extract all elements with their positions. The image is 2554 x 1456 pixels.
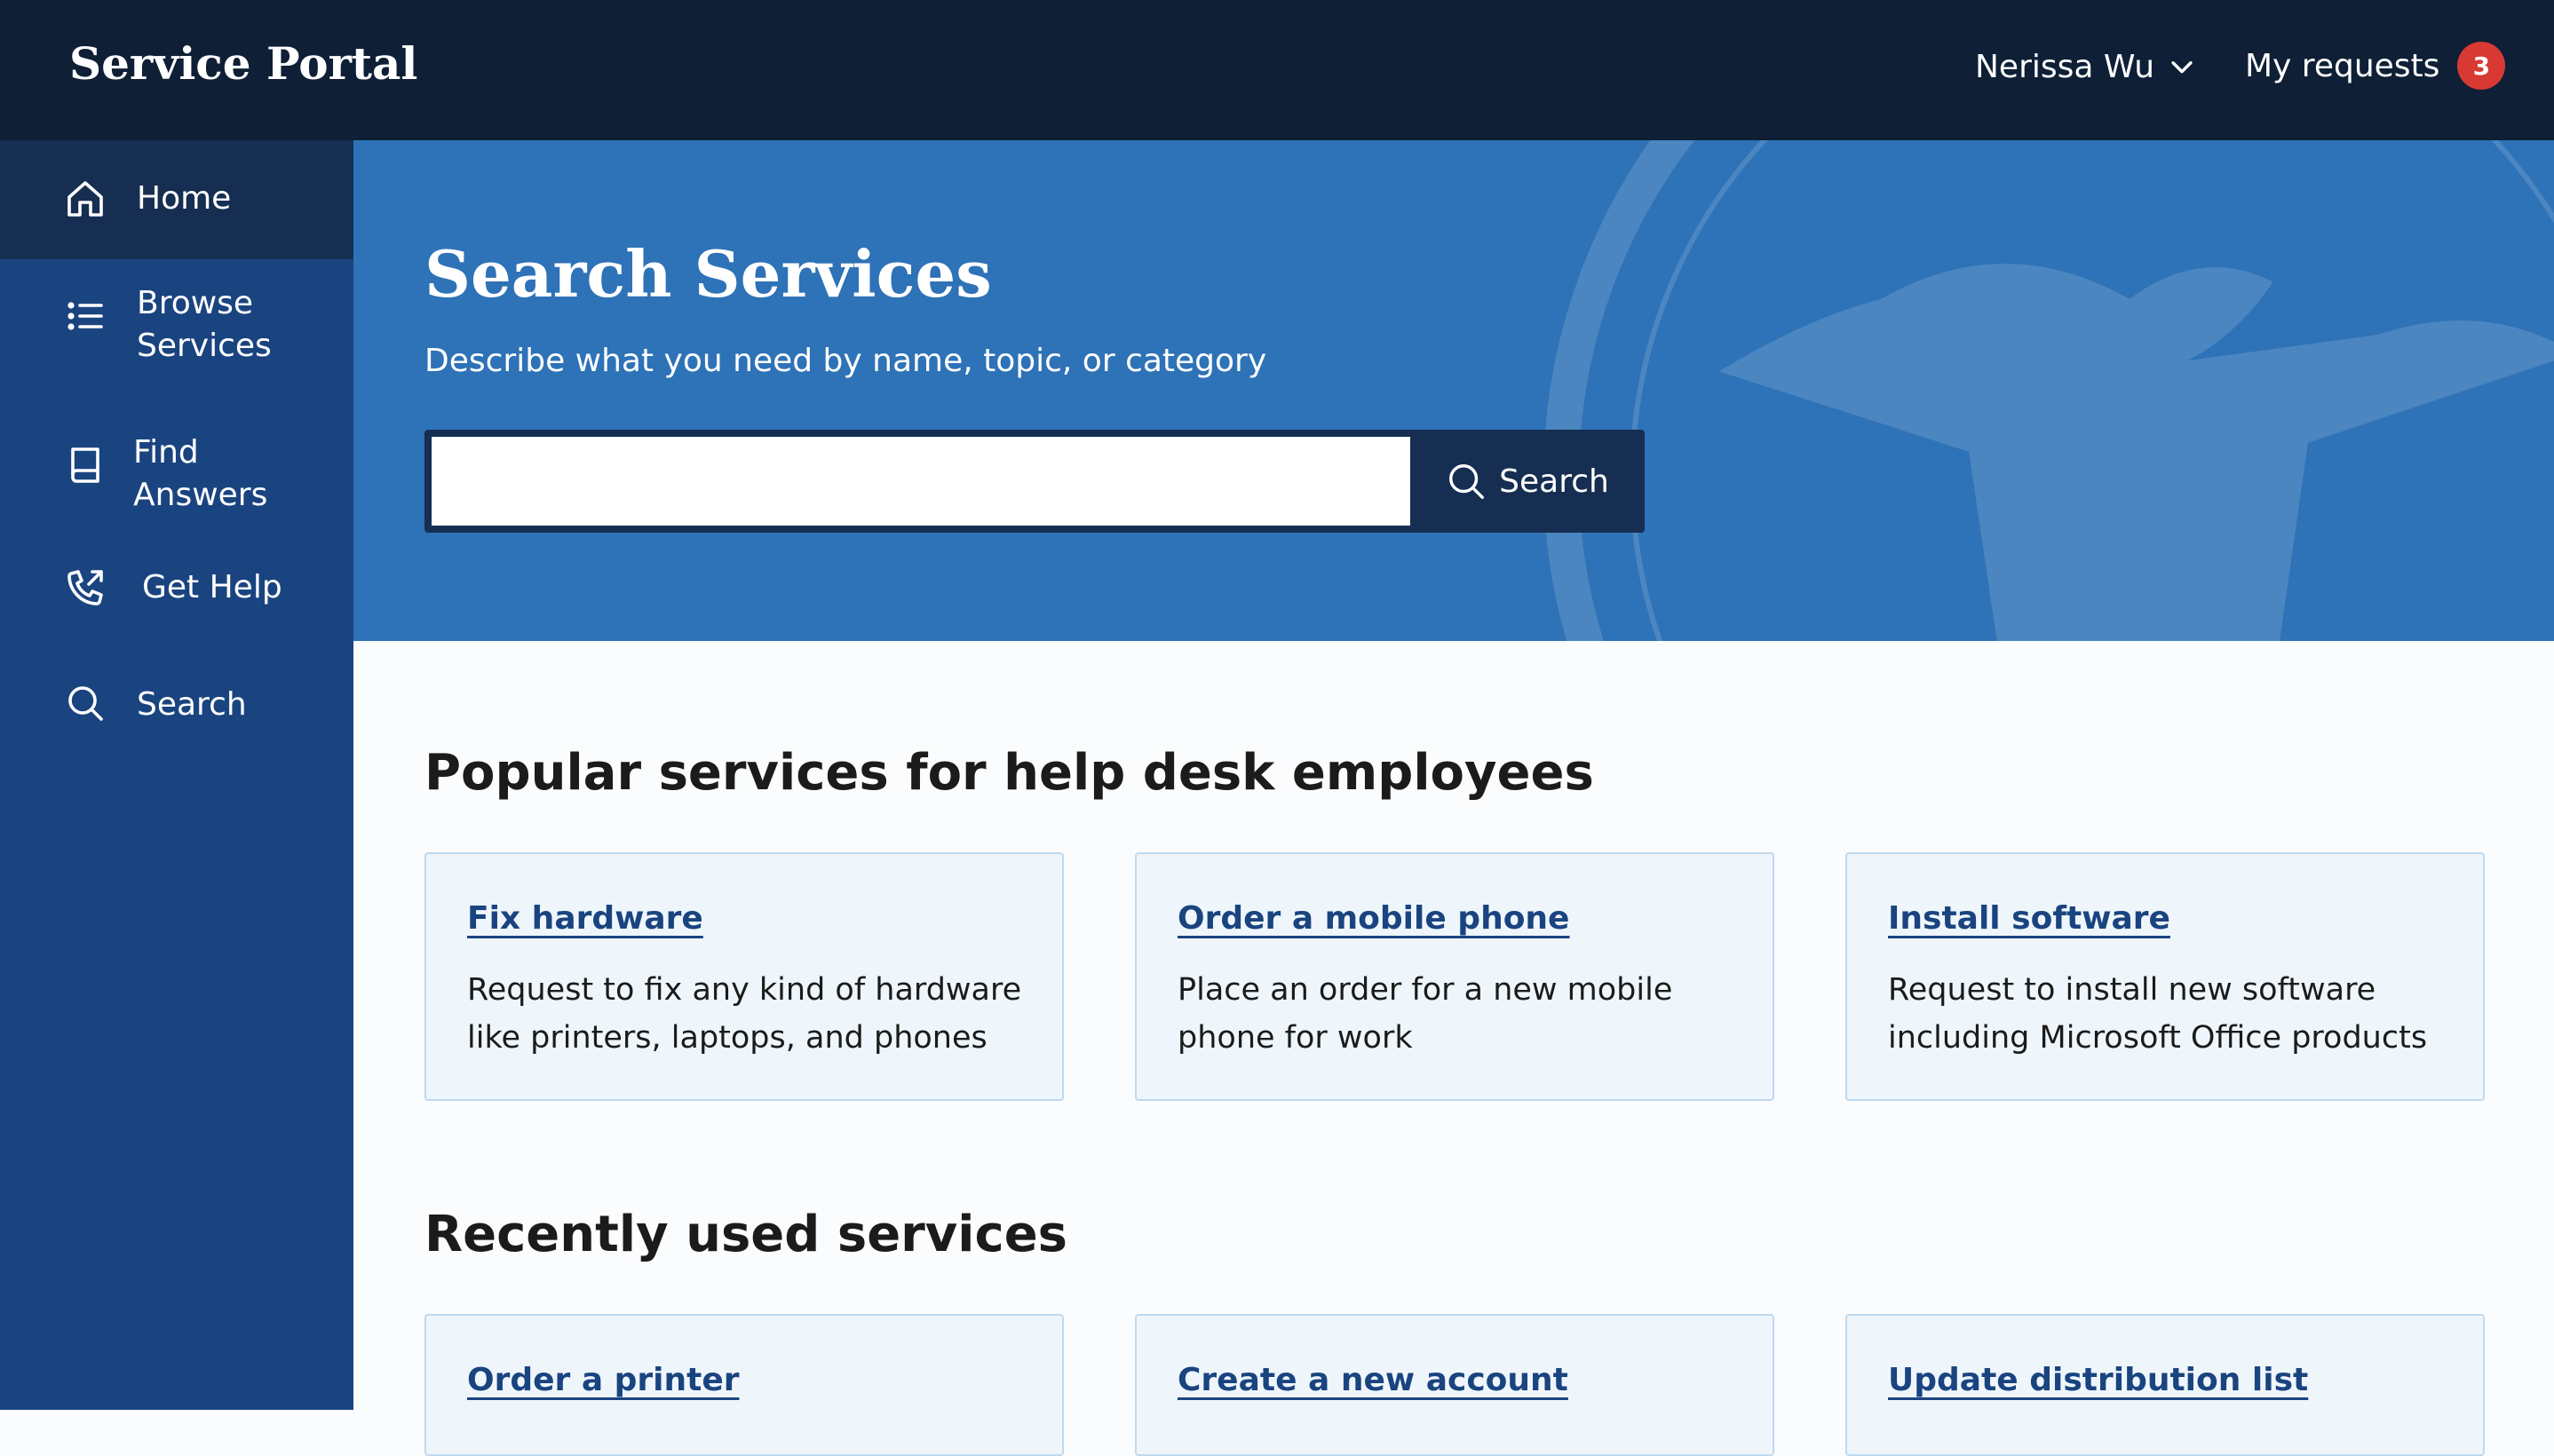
seal-watermark-icon bbox=[1543, 140, 2554, 641]
search-button[interactable]: Search bbox=[1417, 437, 1638, 526]
service-description: Request to fix any kind of hardware like… bbox=[467, 972, 1022, 1056]
user-menu-button[interactable]: Nerissa Wu bbox=[1975, 44, 2197, 89]
top-header: Service Portal Nerissa Wu My requests 3 bbox=[0, 0, 2554, 140]
service-description: Request to install new software includin… bbox=[1888, 972, 2428, 1056]
search-hero: Search Services Describe what you need b… bbox=[353, 140, 2554, 641]
list-icon bbox=[64, 295, 107, 337]
service-card: Install software Request to install new … bbox=[1845, 852, 2485, 1101]
portal-title[interactable]: Service Portal bbox=[69, 37, 417, 90]
service-link-create-account[interactable]: Create a new account bbox=[1178, 1362, 1568, 1398]
phone-icon bbox=[64, 566, 107, 609]
service-link-update-distribution-list[interactable]: Update distribution list bbox=[1888, 1362, 2308, 1398]
sidebar-item-label: Search bbox=[137, 686, 247, 723]
popular-services-heading: Popular services for help desk employees bbox=[424, 744, 1594, 802]
service-card: Create a new account bbox=[1135, 1314, 1774, 1456]
service-link-install-software[interactable]: Install software bbox=[1888, 900, 2170, 937]
requests-count-badge: 3 bbox=[2457, 42, 2506, 90]
service-card: Order a printer bbox=[424, 1314, 1064, 1456]
my-requests-label: My requests bbox=[2245, 47, 2440, 84]
search-icon bbox=[64, 682, 107, 724]
sidebar-item-search[interactable]: Search bbox=[0, 662, 353, 781]
user-name: Nerissa Wu bbox=[1975, 48, 2155, 85]
sidebar-item-label: Get Help bbox=[142, 569, 282, 605]
sidebar-item-get-help[interactable]: Get Help bbox=[0, 543, 353, 662]
search-button-label: Search bbox=[1499, 463, 1609, 500]
page-title: Search Services bbox=[424, 236, 992, 312]
sidebar-item-home[interactable]: Home bbox=[0, 140, 353, 259]
search-form: Search bbox=[424, 430, 1645, 533]
sidebar-item-find-answers[interactable]: Find Answers bbox=[0, 401, 353, 543]
service-link-order-mobile-phone[interactable]: Order a mobile phone bbox=[1178, 900, 1569, 937]
sidebar-item-label: Home bbox=[137, 180, 232, 217]
my-requests-link[interactable]: My requests 3 bbox=[2245, 39, 2506, 92]
home-icon bbox=[64, 178, 107, 220]
service-card: Order a mobile phone Place an order for … bbox=[1135, 852, 1774, 1101]
sidebar-item-label: Browse Services bbox=[137, 285, 272, 364]
sidebar-item-browse-services[interactable]: Browse Services bbox=[0, 259, 353, 401]
chevron-down-icon bbox=[2171, 61, 2193, 74]
sidebar-item-label: Find Answers bbox=[133, 434, 268, 513]
search-icon bbox=[1449, 464, 1485, 499]
search-input[interactable] bbox=[432, 437, 1410, 526]
book-icon bbox=[64, 444, 107, 487]
sidebar-nav: Home Browse Services Find Answers Get He… bbox=[0, 140, 353, 1410]
service-link-order-printer[interactable]: Order a printer bbox=[467, 1362, 740, 1398]
service-card: Fix hardware Request to fix any kind of … bbox=[424, 852, 1064, 1101]
service-description: Place an order for a new mobile phone fo… bbox=[1178, 972, 1673, 1056]
recent-services-heading: Recently used services bbox=[424, 1206, 1068, 1263]
service-card: Update distribution list bbox=[1845, 1314, 2485, 1456]
page-subtitle: Describe what you need by name, topic, o… bbox=[424, 343, 1267, 379]
service-link-fix-hardware[interactable]: Fix hardware bbox=[467, 900, 703, 937]
